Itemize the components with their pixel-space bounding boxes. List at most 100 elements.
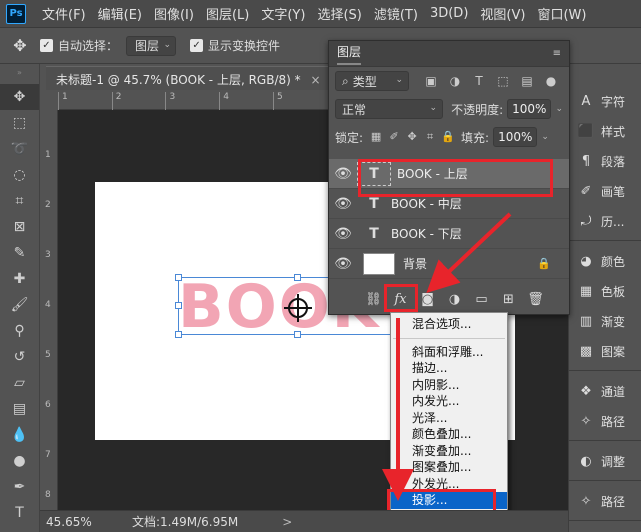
type-filter-icon[interactable]: T bbox=[467, 74, 491, 88]
move-tool-icon[interactable]: ✥ bbox=[0, 36, 40, 55]
pixel-filter-icon[interactable]: ▣ bbox=[419, 74, 443, 88]
dock-styles[interactable]: ⬛ 样式 bbox=[569, 116, 641, 146]
close-icon[interactable]: × bbox=[310, 73, 320, 87]
quick-select-tool-icon[interactable]: ◌ bbox=[0, 162, 39, 188]
lock-all-icon[interactable]: 🔒 bbox=[439, 130, 457, 144]
marquee-tool-icon[interactable]: ⬚ bbox=[0, 110, 39, 136]
menu-image[interactable]: 图像(I) bbox=[148, 4, 200, 23]
zoom-level[interactable]: 45.65% bbox=[40, 515, 114, 529]
blur-tool-icon[interactable]: 💧 bbox=[0, 422, 39, 448]
frame-tool-icon[interactable]: ⊠ bbox=[0, 214, 39, 240]
panel-menu-icon[interactable]: ≡ bbox=[553, 48, 561, 59]
lock-artboard-icon[interactable]: ⌗ bbox=[421, 130, 439, 144]
transform-handle[interactable] bbox=[294, 331, 301, 338]
transform-handle[interactable] bbox=[294, 274, 301, 281]
menu-window[interactable]: 窗口(W) bbox=[531, 4, 592, 23]
dock-pattern[interactable]: ▩ 图案 bbox=[569, 336, 641, 366]
menu-item-satin[interactable]: 光泽... bbox=[391, 410, 507, 427]
transform-handle[interactable] bbox=[175, 302, 182, 309]
adjustment-filter-icon[interactable]: ◑ bbox=[443, 74, 467, 88]
show-transform-checkbox[interactable]: ✓ bbox=[190, 39, 204, 52]
visibility-eye-icon[interactable]: 👁 bbox=[329, 256, 357, 272]
trash-icon[interactable]: 🗑 bbox=[522, 292, 549, 307]
healing-tool-icon[interactable]: ✚ bbox=[0, 266, 39, 292]
menu-edit[interactable]: 编辑(E) bbox=[92, 4, 148, 23]
gradient-tool-icon[interactable]: ▤ bbox=[0, 396, 39, 422]
dock-channels[interactable]: ❖ 通道 bbox=[569, 376, 641, 406]
link-layers-icon[interactable]: ⛓ bbox=[360, 292, 387, 307]
history-brush-tool-icon[interactable]: ↺ bbox=[0, 344, 39, 370]
menu-item-stroke[interactable]: 描边... bbox=[391, 360, 507, 377]
dock-color[interactable]: ◕ 颜色 bbox=[569, 246, 641, 276]
opacity-input[interactable]: 100% bbox=[507, 99, 552, 119]
layers-panel-title[interactable]: 图层 bbox=[337, 43, 362, 65]
transform-handle[interactable] bbox=[175, 331, 182, 338]
dock-adjustments[interactable]: ◐ 调整 bbox=[569, 446, 641, 476]
filter-toggle-icon[interactable]: ● bbox=[539, 74, 563, 88]
auto-select-dropdown[interactable]: 图层 ⌄ bbox=[126, 35, 177, 56]
panel-grip-icon[interactable]: » bbox=[0, 64, 39, 84]
adjustment-layer-icon[interactable]: ◑ bbox=[441, 292, 468, 307]
new-layer-icon[interactable]: ⊞ bbox=[495, 292, 522, 307]
dock-paths[interactable]: ✧ 路径 bbox=[569, 406, 641, 436]
layer-row-background[interactable]: 👁 背景 🔒 bbox=[329, 249, 569, 279]
menu-item-inner-shadow[interactable]: 内阴影... bbox=[391, 377, 507, 394]
menu-file[interactable]: 文件(F) bbox=[36, 4, 92, 23]
menu-item-inner-glow[interactable]: 内发光... bbox=[391, 393, 507, 410]
auto-select-checkbox[interactable]: ✓ bbox=[40, 39, 53, 52]
document-tab[interactable]: 未标题-1 @ 45.7% (BOOK - 上层, RGB/8) * × bbox=[46, 66, 331, 90]
menu-item-blending-options[interactable]: 混合选项... bbox=[391, 316, 507, 333]
dock-gradient[interactable]: ▥ 渐变 bbox=[569, 306, 641, 336]
layer-name[interactable]: BOOK - 中层 bbox=[391, 195, 462, 212]
fill-input[interactable]: 100% bbox=[493, 127, 538, 147]
visibility-eye-icon[interactable]: 👁 bbox=[329, 196, 357, 212]
dock-paragraph[interactable]: ¶ 段落 bbox=[569, 146, 641, 176]
dock-history[interactable]: ⤾ 历... bbox=[569, 206, 641, 236]
transform-handle[interactable] bbox=[175, 274, 182, 281]
menu-view[interactable]: 视图(V) bbox=[474, 4, 531, 23]
visibility-eye-icon[interactable]: 👁 bbox=[329, 226, 357, 242]
layer-row-bottom[interactable]: 👁 T BOOK - 下层 bbox=[329, 219, 569, 249]
crop-tool-icon[interactable]: ⌗ bbox=[0, 188, 39, 214]
chevron-down-icon[interactable]: ⌄ bbox=[541, 132, 549, 142]
pen-tool-icon[interactable]: ✒ bbox=[0, 474, 39, 500]
lock-pixels-icon[interactable]: ✐ bbox=[385, 130, 403, 144]
chevron-down-icon[interactable]: ⌄ bbox=[555, 104, 563, 114]
menu-layer[interactable]: 图层(L) bbox=[200, 4, 255, 23]
lasso-tool-icon[interactable]: ➰ bbox=[0, 136, 39, 162]
stamp-tool-icon[interactable]: ⚲ bbox=[0, 318, 39, 344]
menu-type[interactable]: 文字(Y) bbox=[255, 4, 311, 23]
status-menu-arrow-icon[interactable]: > bbox=[282, 515, 292, 529]
add-mask-icon[interactable]: ◙ bbox=[414, 292, 441, 307]
move-tool-icon[interactable]: ✥ bbox=[0, 84, 39, 110]
dock-character[interactable]: A 字符 bbox=[569, 86, 641, 116]
blend-mode-dropdown[interactable]: 正常 ⌄ bbox=[335, 99, 444, 119]
layer-filter-dropdown[interactable]: ⌕ 类型 ⌄ bbox=[335, 71, 409, 91]
menu-3d[interactable]: 3D(D) bbox=[424, 6, 474, 21]
menu-item-color-overlay[interactable]: 颜色叠加... bbox=[391, 426, 507, 443]
brush-tool-icon[interactable]: 🖌 bbox=[0, 292, 39, 318]
dock-swatches[interactable]: ▦ 色板 bbox=[569, 276, 641, 306]
dock-paths-2[interactable]: ✧ 路径 bbox=[569, 486, 641, 516]
menu-filter[interactable]: 滤镜(T) bbox=[368, 4, 424, 23]
menu-select[interactable]: 选择(S) bbox=[311, 4, 367, 23]
menu-item-pattern-overlay[interactable]: 图案叠加... bbox=[391, 459, 507, 476]
blend-mode-value: 正常 bbox=[342, 102, 367, 117]
eyedropper-tool-icon[interactable]: ✎ bbox=[0, 240, 39, 266]
dock-adjustments-2[interactable]: ◐调整 bbox=[569, 526, 641, 532]
folder-icon[interactable]: ▭ bbox=[468, 292, 495, 307]
smart-object-filter-icon[interactable]: ▤ bbox=[515, 74, 539, 88]
eraser-tool-icon[interactable]: ▱ bbox=[0, 370, 39, 396]
visibility-eye-icon[interactable]: 👁 bbox=[329, 166, 357, 182]
dock-brush[interactable]: ✐ 画笔 bbox=[569, 176, 641, 206]
layer-name[interactable]: BOOK - 下层 bbox=[391, 225, 462, 242]
chevron-down-icon: ⌄ bbox=[395, 75, 403, 85]
dodge-tool-icon[interactable]: ● bbox=[0, 448, 39, 474]
shape-filter-icon[interactable]: ⬚ bbox=[491, 74, 515, 88]
layer-name[interactable]: 背景 bbox=[403, 255, 427, 272]
lock-position-icon[interactable]: ✥ bbox=[403, 130, 421, 144]
lock-transparent-icon[interactable]: ▦ bbox=[367, 130, 385, 144]
menu-item-gradient-overlay[interactable]: 渐变叠加... bbox=[391, 443, 507, 460]
type-tool-icon[interactable]: T bbox=[0, 500, 39, 526]
menu-item-bevel[interactable]: 斜面和浮雕... bbox=[391, 344, 507, 361]
